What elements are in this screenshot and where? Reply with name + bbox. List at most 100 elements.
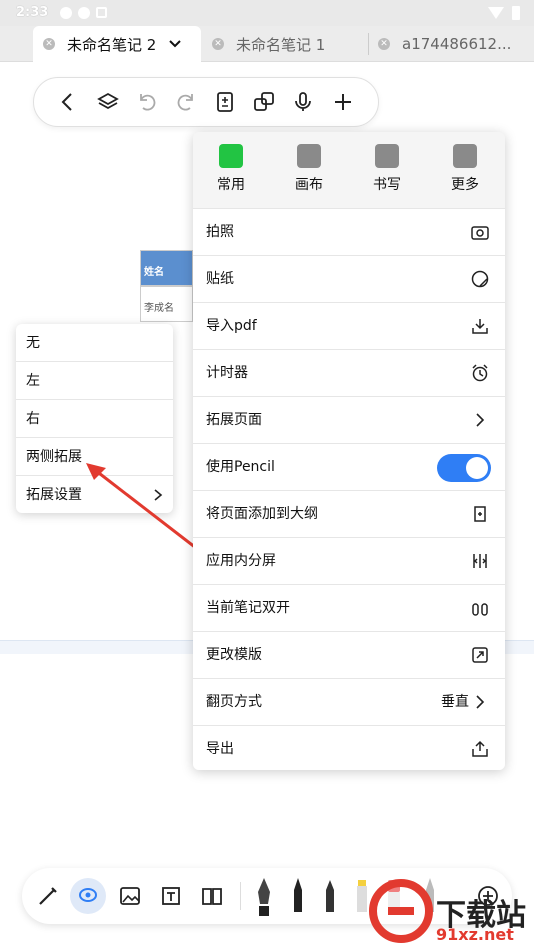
export-icon (472, 740, 488, 757)
lasso-tool-button[interactable] (70, 878, 106, 914)
sticker-icon (471, 270, 489, 288)
category-more[interactable]: 更多 (435, 144, 495, 194)
annotation-arrow (86, 463, 201, 553)
text-box-icon[interactable] (159, 884, 183, 908)
menu-item-label: 右 (26, 411, 40, 427)
menu-item-label: 左 (26, 373, 40, 389)
watermark-logo (369, 879, 433, 943)
split-screen-icon (473, 554, 487, 568)
more-icon (453, 144, 477, 168)
menu-item-photo[interactable]: 拍照 (193, 208, 505, 255)
pen-tool-icon[interactable] (36, 884, 60, 908)
tab-bar: ✕ 未命名笔记 2 ✕ 未命名笔记 1 ✕ a174486612... (0, 26, 534, 62)
menu-item-label: 计时器 (206, 365, 248, 381)
menu-item-add-to-outline[interactable]: 将页面添加到大纲 (193, 490, 505, 537)
chevron-right-icon (476, 413, 485, 427)
menu-item-label: 拍照 (206, 224, 234, 240)
canvas-icon (297, 144, 321, 168)
image-icon[interactable] (118, 884, 142, 908)
plus-icon[interactable] (331, 90, 355, 114)
page-turn-value: 垂直 (441, 694, 469, 710)
fountain-pen-icon[interactable] (252, 876, 276, 916)
notification-icon (60, 7, 72, 19)
menu-item-expand-page[interactable]: 拓展页面 (193, 396, 505, 443)
notification-icon (78, 7, 90, 19)
dual-open-icon (472, 603, 488, 616)
alarm-icon (472, 364, 488, 382)
tab-note-2[interactable]: ✕ 未命名笔记 2 (33, 26, 201, 62)
menu-item-sticker[interactable]: 贴纸 (193, 255, 505, 302)
menu-item-change-template[interactable]: 更改模版 (193, 631, 505, 678)
notification-icon (96, 7, 107, 18)
menu-item-label: 拓展页面 (206, 412, 262, 428)
ballpoint-pen-icon[interactable] (286, 876, 310, 916)
tab-label: 未命名笔记 2 (67, 35, 157, 54)
wifi-icon (488, 7, 504, 19)
menu-item-timer[interactable]: 计时器 (193, 349, 505, 396)
menu-item-label: 导入pdf (206, 318, 257, 334)
menu-item-label: 更改模版 (206, 647, 262, 663)
tab-document[interactable]: ✕ a174486612... (378, 26, 528, 62)
menu-item-label: 当前笔记双开 (206, 600, 290, 616)
layers-icon[interactable] (96, 90, 120, 114)
category-label: 书写 (373, 177, 401, 193)
chevron-right-icon (476, 695, 485, 709)
marker-icon[interactable] (318, 876, 342, 916)
pencil-toggle[interactable] (437, 454, 491, 482)
menu-item-export[interactable]: 导出 (193, 725, 505, 770)
status-right (488, 6, 520, 20)
menu-item-page-turn[interactable]: 翻页方式 垂直 (193, 678, 505, 725)
pen-icon (375, 144, 399, 168)
close-tab-icon[interactable]: ✕ (378, 38, 390, 50)
expand-none-option[interactable]: 无 (16, 324, 173, 362)
close-tab-icon[interactable]: ✕ (212, 38, 224, 50)
table-cell: 李成名 (140, 286, 193, 322)
tab-divider (368, 33, 369, 55)
status-bar: 2:33 (0, 0, 534, 26)
tab-label: 未命名笔记 1 (236, 35, 326, 54)
menu-item-label: 两侧拓展 (26, 449, 82, 465)
menu-item-label: 使用Pencil (206, 459, 275, 475)
redo-icon[interactable] (174, 90, 198, 114)
copy-icon[interactable] (252, 90, 276, 114)
tab-note-1[interactable]: ✕ 未命名笔记 1 (212, 26, 372, 62)
expand-left-option[interactable]: 左 (16, 362, 173, 400)
category-label: 画布 (295, 177, 323, 193)
outline-add-icon (474, 506, 486, 522)
battery-icon (512, 6, 520, 20)
menu-item-import-pdf[interactable]: 导入pdf (193, 302, 505, 349)
status-time: 2:33 (16, 5, 49, 20)
top-toolbar (33, 77, 379, 127)
category-canvas[interactable]: 画布 (279, 144, 339, 194)
menu-item-dual-open[interactable]: 当前笔记双开 (193, 584, 505, 631)
menu-item-label: 无 (26, 335, 40, 351)
import-icon (472, 319, 488, 334)
chevron-down-icon[interactable] (168, 37, 182, 51)
category-writing[interactable]: 书写 (357, 144, 417, 194)
category-label: 常用 (217, 177, 245, 193)
menu-item-label: 导出 (206, 741, 234, 757)
book-icon[interactable] (200, 884, 224, 908)
status-icons (60, 7, 107, 19)
table-header-cell: 姓名 (140, 250, 193, 286)
menu-item-label: 将页面添加到大纲 (206, 506, 318, 522)
menu-item-split-screen[interactable]: 应用内分屏 (193, 537, 505, 584)
watermark-url: 91xz.net (436, 925, 514, 944)
category-common[interactable]: 常用 (201, 144, 261, 194)
category-label: 更多 (451, 177, 479, 193)
menu-item-label: 拓展设置 (26, 487, 82, 503)
menu-item-use-pencil: 使用Pencil (193, 443, 505, 490)
toggle-knob (466, 457, 488, 479)
microphone-icon[interactable] (291, 90, 315, 114)
close-tab-icon[interactable]: ✕ (43, 38, 55, 50)
tab-label: a174486612... (402, 35, 512, 53)
grid-icon (219, 144, 243, 168)
back-icon[interactable] (56, 90, 80, 114)
menu-item-label: 翻页方式 (206, 694, 262, 710)
undo-icon[interactable] (135, 90, 159, 114)
expand-right-option[interactable]: 右 (16, 400, 173, 438)
page-settings-icon[interactable] (213, 90, 237, 114)
toolbar-divider (240, 882, 241, 910)
template-icon (472, 647, 488, 663)
menu-item-label: 贴纸 (206, 271, 234, 287)
